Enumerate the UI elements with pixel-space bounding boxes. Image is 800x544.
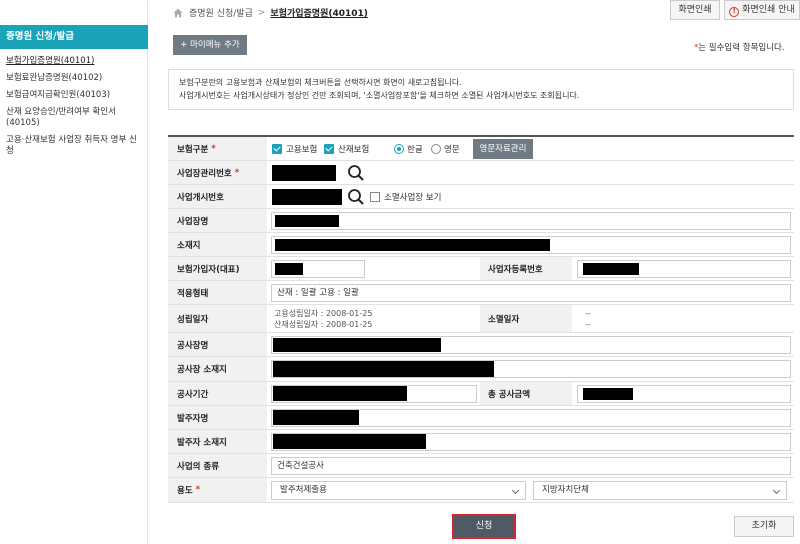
sidebar: 증명원 신청/발급 보험가입증명원(40101) 보험료완납증명원(40102)… xyxy=(0,0,148,544)
label-business-start-no: 사업개시번호 xyxy=(168,185,267,208)
total-amount-redacted xyxy=(583,388,633,400)
notice-box: 보험구분란의 고용보험과 산재보험의 체크버튼을 선택하시면 화면이 새로고침됩… xyxy=(168,69,794,110)
row-business-type: 사업의 종류 건축건설공사 xyxy=(168,454,794,478)
radio-empty-icon xyxy=(431,144,441,154)
label-business-type: 사업의 종류 xyxy=(168,454,267,477)
business-start-no-input[interactable] xyxy=(272,189,342,205)
client-name-redacted xyxy=(273,410,359,425)
sidebar-item-insurance-cert[interactable]: 보험가입증명원(40101) xyxy=(0,53,148,70)
sidebar-item-care-approval[interactable]: 산재 요양승인/반려여부 확인서 (40105) xyxy=(0,104,148,132)
usage-select-2[interactable]: 지방자치단체 xyxy=(533,481,787,500)
row-construction-name: 공사장명 xyxy=(168,333,794,357)
screen-print-button[interactable]: 화면인쇄 xyxy=(670,0,720,20)
row-est-date: 성립일자 고용성립일자 : 2008-01-25 산재성립일자 : 2008-0… xyxy=(168,305,794,333)
row-insurance-type: 보험구분 * 고용보험 산재보험 한글 영문 영문자료관리 xyxy=(168,137,794,161)
label-client-address: 발주자 소재지 xyxy=(168,430,267,453)
sidebar-list: 보험가입증명원(40101) 보험료완납증명원(40102) 보험급여지급확인원… xyxy=(0,53,148,160)
apply-type-field: 산재 : 일괄 고용 : 일괄 xyxy=(271,284,791,302)
site-mgmt-no-input[interactable] xyxy=(272,165,336,181)
english-data-mgmt-button[interactable]: 영문자료관리 xyxy=(473,139,533,159)
print-guide-button[interactable]: ! 화면인쇄 안내 xyxy=(724,0,800,20)
sidebar-item-premium-paid-cert[interactable]: 보험료완납증명원(40102) xyxy=(0,70,148,87)
breadcrumb-current: 보험가입증명원(40101) xyxy=(270,9,368,19)
label-close-date: 소멸일자 xyxy=(480,305,572,332)
label-apply-type: 적용형태 xyxy=(168,281,267,304)
radio-korean[interactable]: 한글 xyxy=(394,143,423,155)
label-construction-address: 공사장 소재지 xyxy=(168,357,267,381)
sidebar-item-benefit-confirm[interactable]: 보험급여지급확인원(40103) xyxy=(0,87,148,104)
radio-english[interactable]: 영문 xyxy=(431,143,460,155)
notice-line-1: 보험구분란의 고용보험과 산재보험의 체크버튼을 선택하시면 화면이 새로고침됩… xyxy=(179,78,462,87)
construction-period-redacted xyxy=(273,386,407,401)
label-biz-reg-no: 사업자등록번호 xyxy=(480,257,572,280)
checkbox-checked-icon xyxy=(324,144,334,154)
add-my-menu-button[interactable]: + 마이메뉴 추가 xyxy=(173,35,247,55)
label-construction-period: 공사기간 xyxy=(168,382,267,405)
label-insured-rep: 보험가입자(대표) xyxy=(168,257,267,280)
row-client-address: 발주자 소재지 xyxy=(168,430,794,454)
label-construction-name: 공사장명 xyxy=(168,333,267,356)
label-total-amount: 총 공사금액 xyxy=(480,382,572,405)
ind-est-date: 산재성립일자 : 2008-01-25 xyxy=(274,320,373,329)
breadcrumb-parent[interactable]: 증명원 신청/발급 xyxy=(189,6,253,19)
label-site-name: 사업장명 xyxy=(168,209,267,232)
required-note-text: 는 필수입력 항목입니다. xyxy=(698,43,785,53)
row-usage: 용도 * 발주처제출용 지방자치단체 xyxy=(168,478,794,503)
sidebar-title: 증명원 신청/발급 xyxy=(0,25,148,49)
insured-rep-redacted xyxy=(275,263,303,275)
usage-select-1[interactable]: 발주처제출용 xyxy=(271,481,526,500)
row-site-name: 사업장명 xyxy=(168,209,794,233)
reset-button[interactable]: 초기화 xyxy=(734,516,794,537)
biz-reg-no-redacted xyxy=(583,263,639,275)
page: 증명원 신청/발급 보험가입증명원(40101) 보험료완납증명원(40102)… xyxy=(0,0,800,544)
breadcrumb: 증명원 신청/발급 > 보험가입증명원(40101) xyxy=(173,6,368,19)
row-construction-period: 공사기간 총 공사금액 xyxy=(168,382,794,406)
radio-selected-icon xyxy=(394,144,404,154)
label-client-name: 발주자명 xyxy=(168,406,267,429)
emp-est-date: 고용성립일자 : 2008-01-25 xyxy=(274,309,373,318)
construction-address-redacted xyxy=(273,361,494,377)
checkbox-industrial[interactable]: 산재보험 xyxy=(324,143,369,155)
site-name-redacted xyxy=(275,215,339,227)
apply-button-label: 신청 xyxy=(454,516,514,537)
search-icon[interactable] xyxy=(347,188,365,206)
checkbox-empty-icon xyxy=(370,192,380,202)
site-name-field xyxy=(271,212,791,230)
sidebar-item-acquirer-list[interactable]: 고용·산재보험 사업장 취득자 명부 신청 xyxy=(0,132,148,160)
row-business-start-no: 사업개시번호 소멸사업장 보기 xyxy=(168,185,794,209)
label-site-mgmt-no: 사업장관리번호 * xyxy=(168,161,267,184)
row-construction-address: 공사장 소재지 xyxy=(168,357,794,382)
close-date-1: -- xyxy=(585,309,591,318)
address-redacted xyxy=(275,239,550,251)
checkbox-closed-sites[interactable]: 소멸사업장 보기 xyxy=(370,191,441,203)
checkbox-checked-icon xyxy=(272,144,282,154)
row-client-name: 발주자명 xyxy=(168,406,794,430)
label-insurance-type: 보험구분 * xyxy=(168,137,267,160)
breadcrumb-separator: > xyxy=(257,7,266,18)
print-guide-label: 화면인쇄 안내 xyxy=(742,5,795,15)
label-address: 소재지 xyxy=(168,233,267,256)
required-note: *는 필수입력 항목입니다. xyxy=(694,41,785,53)
chevron-down-icon xyxy=(772,486,781,495)
search-icon[interactable] xyxy=(347,164,365,182)
row-insured-rep: 보험가입자(대표) 사업자등록번호 xyxy=(168,257,794,281)
apply-button[interactable]: 신청 xyxy=(452,514,516,539)
notice-line-2: 사업개시번호는 사업개시상태가 정상인 건만 조회되며, '소멸사업장포함'을 … xyxy=(179,91,580,100)
home-icon[interactable] xyxy=(173,8,183,18)
close-date-2: -- xyxy=(585,320,591,329)
row-address: 소재지 xyxy=(168,233,794,257)
chevron-down-icon xyxy=(511,486,520,495)
checkbox-employment[interactable]: 고용보험 xyxy=(272,143,317,155)
client-address-redacted xyxy=(273,434,426,449)
label-usage: 용도 * xyxy=(168,478,267,502)
top-bar: 증명원 신청/발급 > 보험가입증명원(40101) 화면인쇄 ! 화면인쇄 안내 xyxy=(166,0,800,24)
row-site-mgmt-no: 사업장관리번호 * xyxy=(168,161,794,185)
label-est-date: 성립일자 xyxy=(168,305,267,332)
row-apply-type: 적용형태 산재 : 일괄 고용 : 일괄 xyxy=(168,281,794,305)
alert-circle-icon: ! xyxy=(729,7,740,17)
certificate-form: 보험구분 * 고용보험 산재보험 한글 영문 영문자료관리 사업장관리번호 * 사업… xyxy=(168,135,794,503)
construction-name-redacted xyxy=(273,338,441,352)
business-type-field: 건축건설공사 xyxy=(271,457,791,475)
